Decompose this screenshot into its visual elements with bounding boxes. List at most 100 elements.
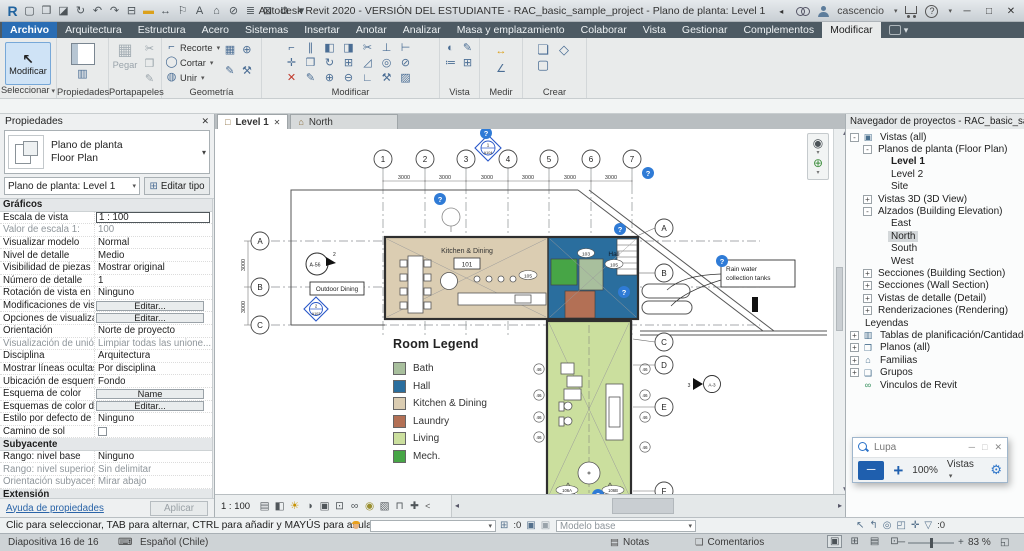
property-row[interactable]: Modificaciones de visib... Editar... [0, 300, 212, 313]
zoom-in-icon[interactable]: + [958, 537, 964, 548]
tree-item-label[interactable]: Planos (all) [877, 342, 933, 353]
stair[interactable] [617, 239, 637, 275]
tree-item[interactable]: Level 1 [846, 156, 1024, 168]
paint-geometry-icon[interactable]: ✎ [221, 64, 238, 79]
property-row[interactable]: Estilo por defecto de vi... Ninguno [0, 413, 212, 426]
linework-icon[interactable]: ✎ [459, 41, 476, 56]
legend-entry[interactable]: Mech. [393, 448, 525, 466]
tree-item-label[interactable]: East [888, 218, 914, 229]
redo-icon[interactable]: ↷ [108, 1, 121, 21]
zoom-in-button[interactable]: + [893, 462, 903, 479]
property-value[interactable]: 100 [98, 224, 114, 235]
modify-tool-button[interactable]: ↖ Modificar [5, 42, 51, 85]
gear-icon[interactable]: ⚙ [990, 462, 1002, 478]
store-cart-icon[interactable] [905, 6, 917, 14]
tree-item-label[interactable]: Renderizaciones (Rendering) [875, 305, 1011, 316]
tree-expander-icon[interactable] [876, 244, 885, 253]
dimension-string-top[interactable] [383, 177, 632, 185]
tree-expander-icon[interactable]: + [863, 195, 872, 204]
user-menu-caret-icon[interactable]: ▾ [894, 7, 898, 15]
tree-item[interactable]: East [846, 218, 1024, 230]
temporary-hide-isolate-icon[interactable]: ∞ [347, 500, 362, 512]
property-row[interactable]: Visualización de unión ... Limpiar todas… [0, 338, 212, 351]
chevron-down-icon[interactable]: ▾ [816, 170, 819, 176]
tree-expander-icon[interactable] [876, 182, 885, 191]
hidden-lines-icon[interactable]: ◐ [442, 41, 459, 56]
tree-expander-icon[interactable] [876, 157, 885, 166]
notes-button[interactable]: ▤Notas [610, 537, 649, 548]
view-scale[interactable]: 1 : 100 [221, 501, 250, 512]
property-row[interactable]: Escala de vista 1 : 100 [0, 212, 212, 225]
tree-item-label[interactable]: Alzados (Building Elevation) [875, 206, 1006, 217]
callout-tag[interactable]: A-56 2 [306, 252, 336, 275]
tree-item-label[interactable]: Leyendas [862, 318, 911, 329]
type-selector[interactable]: Plano de plantaFloor Plan ▾ [4, 130, 210, 174]
sun-path-icon[interactable]: ☀ [287, 500, 302, 512]
zoom-out-button[interactable]: ─ [858, 461, 884, 480]
beam-joins-icon[interactable]: ⊕ [238, 43, 255, 58]
select-underlay-elements-icon[interactable]: ↰ [869, 520, 877, 531]
tree-expander-icon[interactable] [876, 257, 885, 266]
close-magnifier-icon[interactable]: ✕ [994, 442, 1002, 453]
tree-item[interactable]: Leyendas [846, 317, 1024, 329]
property-value[interactable]: Normal [98, 237, 129, 248]
tree-expander-icon[interactable]: + [850, 343, 859, 352]
legend-entry[interactable]: Laundry [393, 413, 525, 431]
property-value[interactable]: Por disciplina [98, 363, 156, 374]
property-row[interactable]: Extensión [0, 489, 212, 498]
tree-symbol[interactable] [442, 208, 460, 232]
keyboard-language-icon[interactable]: ⌨ [118, 537, 132, 548]
tree-item-label[interactable]: Vinculos de Revit [877, 380, 960, 391]
text-icon[interactable]: A [193, 1, 206, 21]
trim-extend-icon[interactable]: ⊥ [377, 41, 396, 56]
help-icon[interactable]: ? [925, 5, 938, 18]
tree-expander-icon[interactable]: + [863, 281, 872, 290]
property-row[interactable]: Rango: nivel superior Sin delimitar [0, 463, 212, 476]
exclude-options-icon[interactable]: ⊞ [500, 520, 508, 531]
paste-button[interactable]: ▦Pegar [111, 42, 139, 87]
create-assembly-icon[interactable]: ▢ [533, 57, 554, 72]
zoom-out-icon[interactable]: ─ [898, 537, 905, 548]
copy-to-clipboard-icon[interactable]: ❐ [141, 57, 158, 72]
thin-lines-icon[interactable]: ≣ [244, 1, 257, 21]
tree-item-label[interactable]: Grupos [877, 367, 916, 378]
horizontal-scrollbar[interactable]: ◂ ▸ [451, 495, 845, 517]
align-icon[interactable]: ⌐ [282, 41, 301, 56]
property-row[interactable]: Disciplina Arquitectura [0, 350, 212, 363]
property-row[interactable]: Esquema de color Name [0, 388, 212, 401]
ribbon-tab[interactable]: Complementos [735, 22, 822, 38]
room-mech[interactable] [551, 259, 577, 285]
property-row[interactable]: Rotación de vista en pl... Ninguno [0, 287, 212, 300]
tree-item[interactable]: + Tablas de planificación/Cantidades (al… [846, 329, 1024, 341]
ribbon-tab[interactable]: Arquitectura [57, 22, 130, 38]
tree-item[interactable]: + Secciones (Wall Section) [846, 280, 1024, 292]
tree-item-label[interactable]: Level 2 [888, 169, 926, 180]
maximize-magnifier-icon[interactable]: □ [982, 442, 987, 453]
minimize-magnifier-icon[interactable]: ─ [969, 442, 975, 453]
open-icon[interactable]: ❒ [40, 1, 53, 21]
ribbon-tab[interactable]: Modificar [822, 22, 881, 38]
properties-palette-icon[interactable] [71, 43, 95, 65]
legend-entry[interactable]: Kitchen & Dining [393, 395, 525, 413]
properties-scrollbar[interactable]: ▲ ▼ [212, 199, 214, 498]
cut-icon[interactable]: ✂ [141, 42, 158, 57]
close-properties-icon[interactable]: ✕ [201, 116, 209, 127]
tree-expander-icon[interactable]: + [850, 356, 859, 365]
move-icon[interactable]: ✛ [282, 56, 301, 71]
join-icon[interactable]: ⊕ [320, 71, 339, 86]
section-icon[interactable]: ⊘ [227, 1, 240, 21]
tree-expander-icon[interactable] [876, 232, 885, 241]
print-icon[interactable]: ⊟ [125, 1, 138, 21]
property-row[interactable]: Visualizar modelo Normal [0, 237, 212, 250]
tree-item-label[interactable]: Vistas de detalle (Detail) [875, 293, 989, 304]
tree-item-label[interactable]: Familias [877, 355, 920, 366]
ribbon-tab[interactable]: Gestionar [674, 22, 736, 38]
tree-item-label[interactable]: Vistas (all) [877, 132, 930, 143]
demolish-icon[interactable]: ⚒ [377, 71, 396, 86]
wall-joins-icon[interactable]: ∟ [358, 71, 377, 86]
offset-icon[interactable]: ∥ [301, 41, 320, 56]
property-value[interactable] [98, 427, 107, 436]
maximize-button[interactable]: □ [982, 6, 996, 17]
design-options-icon[interactable]: ▣ [526, 520, 535, 531]
ribbon-tab[interactable]: Archivo [2, 22, 57, 38]
